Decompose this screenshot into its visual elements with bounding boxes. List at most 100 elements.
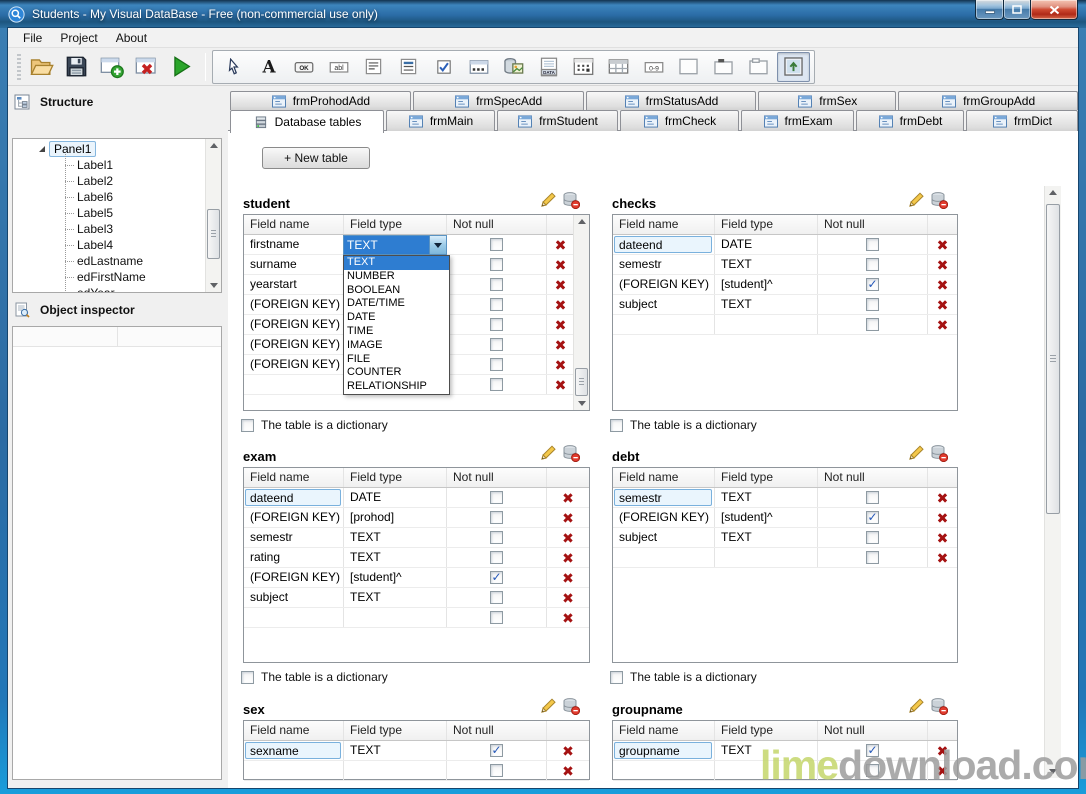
- field-name-cell[interactable]: rating: [244, 548, 344, 567]
- delete-row-icon[interactable]: ✖: [937, 744, 949, 758]
- combobox-tool-button[interactable]: [392, 52, 425, 82]
- delete-row-icon[interactable]: ✖: [555, 358, 567, 372]
- delete-row-icon[interactable]: ✖: [937, 764, 949, 778]
- delete-row-icon[interactable]: ✖: [555, 298, 567, 312]
- tab-frmdict[interactable]: frmDict: [966, 110, 1078, 131]
- not-null-checkbox[interactable]: [866, 551, 879, 564]
- new-form-button[interactable]: [95, 52, 128, 82]
- field-type-cell[interactable]: TEXT: [344, 528, 447, 547]
- field-type-cell[interactable]: TEXT: [344, 548, 447, 567]
- dropdown-option-file[interactable]: FILE: [344, 353, 449, 367]
- field-name-cell[interactable]: (FOREIGN KEY): [244, 335, 344, 354]
- field-type-cell[interactable]: [715, 315, 818, 334]
- field-type-cell[interactable]: TEXT: [715, 488, 818, 507]
- dropdown-option-time[interactable]: TIME: [344, 325, 449, 339]
- field-name-cell[interactable]: surname: [244, 255, 344, 274]
- field-type-cell[interactable]: [prohod]: [344, 508, 447, 527]
- tree-expander-icon[interactable]: [37, 144, 47, 154]
- scroll-down-icon[interactable]: [1045, 765, 1061, 778]
- delete-row-icon[interactable]: ✖: [937, 278, 949, 292]
- field-name-cell[interactable]: semestr: [244, 528, 344, 547]
- edit-table-pencil-icon[interactable]: [539, 697, 557, 715]
- delete-row-icon[interactable]: ✖: [937, 298, 949, 312]
- field-type-cell[interactable]: TEXT: [715, 255, 818, 274]
- dropdown-option-relationship[interactable]: RELATIONSHIP: [344, 380, 449, 394]
- db-image-tool-button[interactable]: [497, 52, 530, 82]
- field-type-cell[interactable]: [715, 548, 818, 567]
- dropdown-option-boolean[interactable]: BOOLEAN: [344, 284, 449, 298]
- not-null-checkbox[interactable]: [490, 551, 503, 564]
- delete-table-icon[interactable]: [930, 697, 948, 715]
- not-null-checkbox[interactable]: [490, 611, 503, 624]
- scroll-up-icon[interactable]: [574, 215, 589, 228]
- delete-row-icon[interactable]: ✖: [562, 511, 574, 525]
- not-null-checkbox[interactable]: [490, 298, 503, 311]
- titlebar[interactable]: Students - My Visual DataBase - Free (no…: [0, 0, 1086, 28]
- field-type-cell[interactable]: TEXT: [715, 741, 818, 760]
- dictionary-checkbox[interactable]: [610, 670, 623, 684]
- data-grid-tool-button[interactable]: DATA: [532, 52, 565, 82]
- not-null-checkbox[interactable]: [866, 258, 879, 271]
- dropdown-option-date[interactable]: DATE: [344, 311, 449, 325]
- tab-frmmain[interactable]: frmMain: [386, 110, 495, 131]
- field-type-cell[interactable]: [student]^: [715, 508, 818, 527]
- delete-row-icon[interactable]: ✖: [562, 491, 574, 505]
- page-control-tool-button[interactable]: [707, 52, 740, 82]
- tab-frmsex[interactable]: frmSex: [758, 91, 897, 110]
- field-name-cell[interactable]: subject: [613, 528, 715, 547]
- not-null-checkbox[interactable]: [490, 571, 503, 584]
- dropdown-option-image[interactable]: IMAGE: [344, 339, 449, 353]
- new-table-button[interactable]: + New table: [262, 147, 370, 169]
- tab-frmprohodadd[interactable]: frmProhodAdd: [230, 91, 411, 110]
- tree-item-label5[interactable]: Label5: [65, 205, 204, 221]
- field-name-cell[interactable]: (FOREIGN KEY): [244, 315, 344, 334]
- cursor-tool-button[interactable]: [217, 52, 250, 82]
- field-name-cell[interactable]: subject: [613, 295, 715, 314]
- field-type-cell[interactable]: [715, 761, 818, 780]
- tree-item-edfirstname[interactable]: edFirstName: [65, 269, 204, 285]
- edit-table-pencil-icon[interactable]: [539, 191, 557, 209]
- not-null-checkbox[interactable]: [866, 531, 879, 544]
- field-name-cell[interactable]: [244, 608, 344, 627]
- delete-row-icon[interactable]: ✖: [562, 551, 574, 565]
- delete-row-icon[interactable]: ✖: [937, 258, 949, 272]
- field-name-cell[interactable]: [613, 548, 715, 567]
- dropdown-option-text[interactable]: TEXT: [344, 256, 449, 270]
- tab-frmcheck[interactable]: frmCheck: [620, 110, 739, 131]
- tab-frmgroupadd[interactable]: frmGroupAdd: [898, 91, 1078, 110]
- field-type-cell[interactable]: [student]^: [344, 568, 447, 587]
- not-null-checkbox[interactable]: [866, 491, 879, 504]
- menu-project[interactable]: Project: [51, 29, 106, 47]
- delete-row-icon[interactable]: ✖: [562, 744, 574, 758]
- memo-tool-button[interactable]: [357, 52, 390, 82]
- scrollbar-thumb[interactable]: [207, 209, 220, 259]
- button-tool-button[interactable]: OK: [287, 52, 320, 82]
- dropdown-option-date-time[interactable]: DATE/TIME: [344, 297, 449, 311]
- not-null-checkbox[interactable]: [866, 318, 879, 331]
- field-name-cell[interactable]: (FOREIGN KEY): [244, 508, 344, 527]
- delete-table-icon[interactable]: [930, 444, 948, 462]
- not-null-checkbox[interactable]: [866, 764, 879, 777]
- run-button[interactable]: [165, 52, 198, 82]
- open-project-button[interactable]: [25, 52, 58, 82]
- tree-item-label2[interactable]: Label2: [65, 173, 204, 189]
- scroll-down-icon[interactable]: [206, 279, 221, 292]
- tree-item-edyear[interactable]: edYear: [65, 285, 204, 292]
- maximize-button[interactable]: [1004, 0, 1031, 20]
- menu-file[interactable]: File: [14, 29, 51, 47]
- delete-row-icon[interactable]: ✖: [562, 591, 574, 605]
- delete-row-icon[interactable]: ✖: [562, 571, 574, 585]
- field-name-cell[interactable]: sexname: [244, 741, 344, 760]
- not-null-checkbox[interactable]: [490, 258, 503, 271]
- structure-scrollbar[interactable]: [205, 139, 221, 292]
- image-tool-button[interactable]: [777, 51, 810, 82]
- field-name-cell[interactable]: firstname: [244, 235, 344, 254]
- scroll-up-icon[interactable]: [1045, 186, 1061, 199]
- field-name-cell[interactable]: semestr: [613, 255, 715, 274]
- scroll-up-icon[interactable]: [206, 139, 221, 152]
- delete-row-icon[interactable]: ✖: [555, 258, 567, 272]
- field-type-cell[interactable]: TEXT: [344, 741, 447, 760]
- field-type-cell[interactable]: TEXT: [715, 295, 818, 314]
- tab-frmspecadd[interactable]: frmSpecAdd: [412, 91, 584, 110]
- field-name-cell[interactable]: subject: [244, 588, 344, 607]
